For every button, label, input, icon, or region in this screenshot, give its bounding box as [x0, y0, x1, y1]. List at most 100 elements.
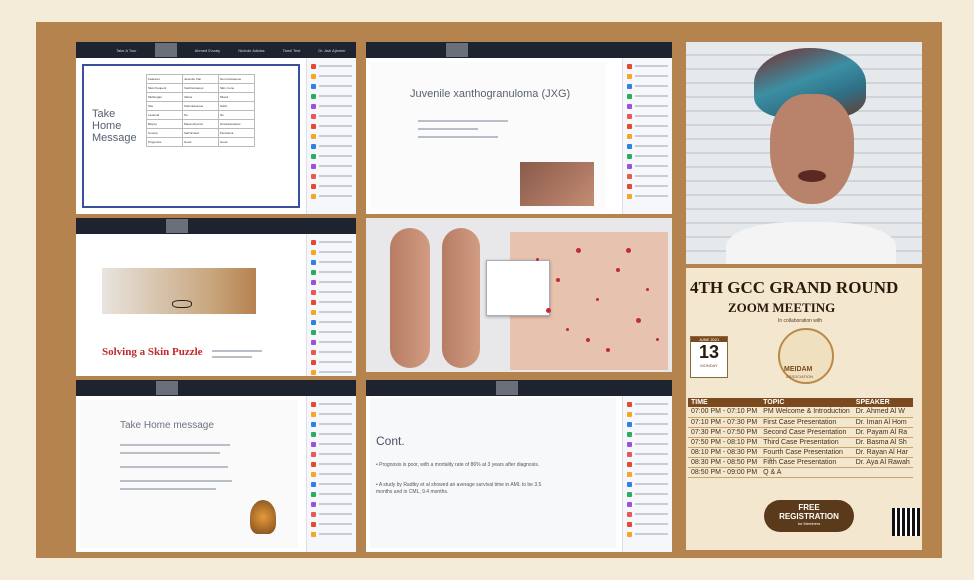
schedule-row: 07:30 PM - 07:50 PM Second Case Presentat…	[688, 427, 913, 438]
message-line	[319, 65, 352, 67]
message-line	[319, 513, 352, 515]
chat-message	[627, 83, 668, 89]
schedule-cell: 07:10 PM - 07:30 PM	[688, 417, 761, 428]
rash-spot	[616, 268, 620, 272]
message-line	[635, 155, 668, 157]
chat-message	[311, 481, 352, 487]
rash-spot	[546, 308, 551, 313]
chat-panel	[306, 234, 356, 376]
bullet-line	[120, 480, 232, 482]
message-line	[635, 65, 668, 67]
table-row: Most frequent Xanthomatous Skin, bone	[146, 83, 255, 93]
avatar-icon	[627, 511, 632, 517]
caption-line	[212, 350, 262, 352]
rash-spot	[576, 248, 581, 253]
avatar-icon	[311, 153, 316, 159]
message-line	[319, 341, 352, 343]
lesion-photo	[520, 162, 594, 206]
message-line	[319, 533, 352, 535]
rash-spot	[596, 298, 599, 301]
chat-message	[311, 299, 352, 305]
rash-spot	[636, 318, 641, 323]
slide-title: Juvenile xanthogranuloma (JXG)	[410, 88, 571, 100]
message-line	[319, 281, 352, 283]
avatar-icon	[311, 329, 316, 335]
message-line	[319, 135, 352, 137]
message-line	[319, 403, 352, 405]
message-line	[635, 135, 668, 137]
bullet-line	[418, 120, 508, 122]
table-cell: Subcutaneous	[182, 101, 219, 111]
avatar-icon	[627, 481, 632, 487]
message-line	[319, 351, 352, 353]
table-row: Course Self-limited Persistent	[146, 128, 255, 138]
chat-message	[311, 249, 352, 255]
bullet-text: • Prognosis is poor, with a mortality ra…	[376, 462, 540, 468]
avatar-icon	[311, 289, 316, 295]
avatar-icon	[627, 183, 632, 189]
caption-line	[212, 356, 252, 358]
avatar-icon	[311, 83, 316, 89]
schedule-cell: Dr. Rayan Al Har	[852, 447, 913, 458]
chat-message	[311, 163, 352, 169]
avatar-icon	[627, 401, 632, 407]
table-cell: Non-Cutaneous	[218, 74, 255, 84]
table-row: Site Subcutaneous Solid	[146, 101, 255, 111]
chat-message	[311, 369, 352, 375]
chat-message	[311, 239, 352, 245]
avatar-icon	[627, 431, 632, 437]
schedule-row: 07:10 PM - 07:30 PM First Case Presentati…	[688, 417, 913, 428]
avatar-icon	[311, 133, 316, 139]
message-line	[319, 175, 352, 177]
message-line	[319, 413, 352, 415]
avatar-icon	[627, 471, 632, 477]
avatar-icon	[627, 103, 632, 109]
schedule-cell: 07:50 PM - 08:10 PM	[688, 437, 761, 448]
chat-message	[311, 133, 352, 139]
bullet-line	[120, 444, 230, 446]
avatar-icon	[627, 133, 632, 139]
chat-message	[627, 163, 668, 169]
avatar-icon	[311, 461, 316, 467]
date-weekday: MONDAY	[700, 363, 718, 368]
table-cell: Lesional	[146, 110, 183, 120]
table-cell: Multiorgan	[146, 92, 183, 102]
chat-message	[627, 431, 668, 437]
avatar-icon	[627, 441, 632, 447]
message-line	[635, 115, 668, 117]
avatar-icon	[311, 269, 316, 275]
chat-message	[627, 133, 668, 139]
message-line	[319, 115, 352, 117]
avatar-icon	[627, 411, 632, 417]
message-line	[319, 95, 352, 97]
rash-spot	[566, 328, 569, 331]
chat-message	[627, 63, 668, 69]
shared-slide: Solving a Skin Puzzle	[82, 238, 296, 372]
message-line	[319, 261, 352, 263]
table-cell: Self-limited	[182, 128, 219, 138]
shared-slide: Cont. • Prognosis is poor, with a mortal…	[370, 398, 616, 548]
chat-message	[311, 521, 352, 527]
chat-message	[627, 491, 668, 497]
chat-panel	[622, 58, 672, 214]
avatar-icon	[311, 309, 316, 315]
avatar-icon	[627, 73, 632, 79]
message-line	[319, 453, 352, 455]
table-cell: Skin, bone	[218, 83, 255, 93]
slide-title: Take Home message	[120, 420, 214, 431]
message-line	[319, 155, 352, 157]
rash-spot	[556, 278, 560, 282]
schedule-cell: 08:30 PM - 08:50 PM	[688, 457, 761, 468]
message-line	[319, 423, 352, 425]
bullet-line	[120, 452, 220, 454]
message-line	[635, 413, 668, 415]
free-registration-button[interactable]: FREE REGISTRATION for Members	[764, 500, 854, 532]
date-badge: JUNE 2021 13 MONDAY	[690, 336, 728, 378]
participant-name: Ahmed Ezzaly	[194, 47, 221, 53]
avatar-icon	[627, 153, 632, 159]
chat-message	[311, 401, 352, 407]
chat-message	[311, 441, 352, 447]
qr-code[interactable]	[892, 508, 920, 536]
message-line	[319, 165, 352, 167]
speaker-face	[770, 94, 854, 204]
